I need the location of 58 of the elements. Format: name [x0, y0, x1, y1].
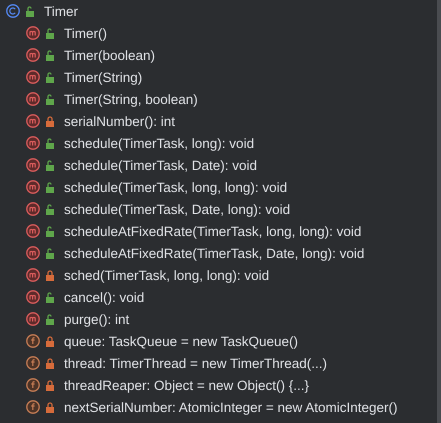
padlock-icon — [45, 380, 55, 390]
unlocked-padlock-icon — [45, 248, 55, 258]
tree-item[interactable]: schedule(TimerTask, Date, long): void — [64, 202, 290, 216]
tree-item[interactable]: scheduleAtFixedRate(TimerTask, long, long): void — [64, 224, 362, 238]
unlocked-padlock-icon — [45, 138, 55, 148]
method-icon — [26, 92, 40, 106]
padlock-icon — [45, 402, 55, 412]
unlocked-padlock-icon — [45, 292, 55, 302]
class-icon — [6, 4, 20, 18]
tree-item[interactable]: serialNumber(): int — [64, 114, 176, 128]
tree-item[interactable]: schedule(TimerTask, long, long): void — [64, 180, 288, 194]
unlocked-padlock-icon — [45, 204, 55, 214]
tree-item[interactable]: queue: TaskQueue = new TaskQueue() — [64, 334, 298, 348]
unlocked-padlock-icon — [45, 182, 55, 192]
unlocked-padlock-icon — [45, 28, 55, 38]
method-icon — [26, 312, 40, 326]
tree-item[interactable]: purge(): int — [64, 312, 130, 326]
method-icon — [26, 26, 40, 40]
padlock-icon — [45, 358, 55, 368]
padlock-icon — [45, 270, 55, 280]
method-icon — [26, 136, 40, 150]
tree-item[interactable]: Timer(String, boolean) — [64, 92, 198, 106]
unlocked-padlock-icon — [45, 72, 55, 82]
unlocked-padlock-icon — [25, 6, 35, 16]
padlock-icon — [45, 336, 55, 346]
method-icon — [26, 224, 40, 238]
tree-item[interactable]: Timer() — [64, 26, 107, 40]
method-icon — [26, 70, 40, 84]
field-icon — [26, 400, 40, 414]
unlocked-padlock-icon — [45, 226, 55, 236]
unlocked-padlock-icon — [45, 314, 55, 324]
field-icon — [26, 378, 40, 392]
scrollbar[interactable] — [437, 0, 441, 423]
method-icon — [26, 246, 40, 260]
unlocked-padlock-icon — [45, 160, 55, 170]
tree-item[interactable]: sched(TimerTask, long, long): void — [64, 268, 270, 282]
method-icon — [26, 290, 40, 304]
tree-item[interactable]: cancel(): void — [64, 290, 144, 304]
padlock-icon — [45, 116, 55, 126]
tree-item[interactable]: Timer(String) — [64, 70, 142, 84]
tree-item[interactable]: Timer(boolean) — [64, 48, 156, 62]
tree-item[interactable]: schedule(TimerTask, Date): void — [64, 158, 258, 172]
tree-item[interactable]: schedule(TimerTask, long): void — [64, 136, 254, 150]
tree-item[interactable]: Timer — [44, 4, 78, 18]
unlocked-padlock-icon — [45, 50, 55, 60]
tree-item[interactable]: thread: TimerThread = new TimerThread(...) — [64, 356, 327, 370]
method-icon — [26, 268, 40, 282]
method-icon — [26, 180, 40, 194]
method-icon — [26, 202, 40, 216]
tree-item[interactable]: nextSerialNumber: AtomicInteger = new AtomicInteger() — [64, 400, 398, 414]
method-icon — [26, 158, 40, 172]
method-icon — [26, 114, 40, 128]
tree-item[interactable]: threadReaper: Object = new Object() {...} — [64, 378, 310, 392]
method-icon — [26, 48, 40, 62]
field-icon — [26, 356, 40, 370]
unlocked-padlock-icon — [45, 94, 55, 104]
tree-item[interactable]: scheduleAtFixedRate(TimerTask, Date, long): void — [64, 246, 364, 260]
field-icon — [26, 334, 40, 348]
